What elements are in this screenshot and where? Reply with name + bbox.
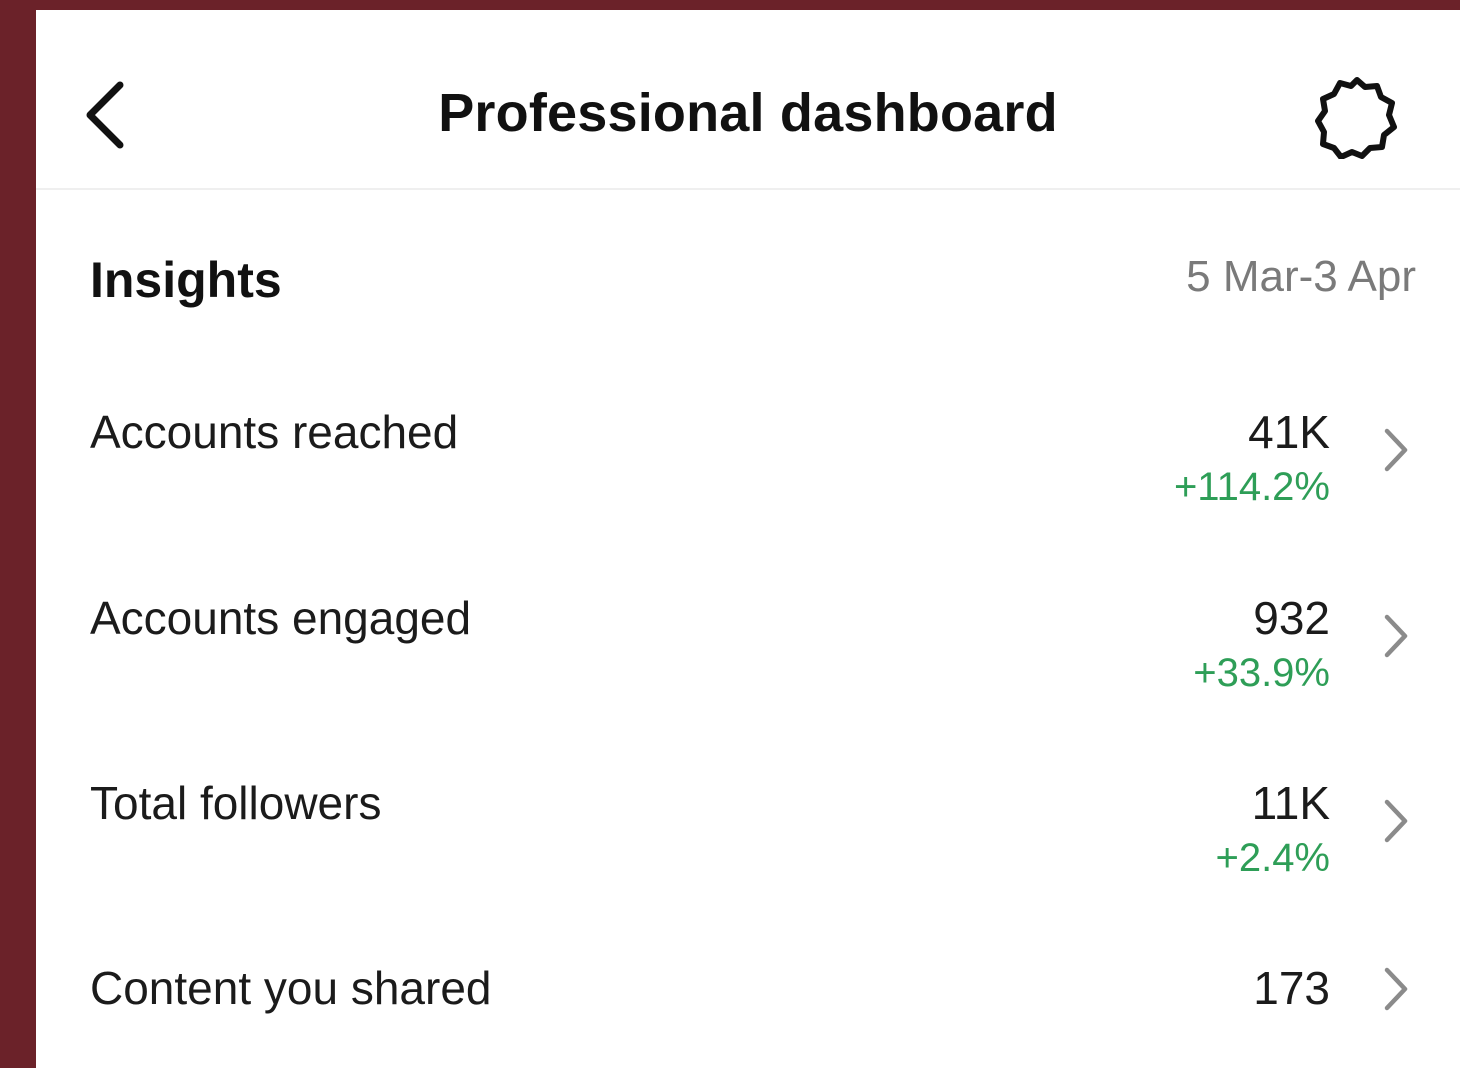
metric-change: +2.4% — [1215, 836, 1330, 880]
settings-button[interactable] — [1312, 72, 1402, 162]
metric-value: 932 — [1253, 592, 1330, 644]
chevron-right-icon — [1376, 608, 1416, 664]
chevron-right-icon — [1376, 422, 1416, 478]
metric-label: Content you shared — [90, 962, 492, 1014]
page-title: Professional dashboard — [438, 83, 1058, 143]
top-navigation-bar: Professional dashboard — [36, 10, 1460, 190]
metric-value: 173 — [1253, 962, 1330, 1014]
metric-values: 41K +114.2% — [1174, 402, 1330, 512]
metric-values: 173 — [1253, 958, 1330, 1018]
insights-date-range: 5 Mar-3 Apr — [1186, 252, 1416, 301]
professional-dashboard-screen: Professional dashboard Insights 5 Mar-3 … — [36, 10, 1460, 1068]
metric-label: Accounts reached — [90, 406, 459, 458]
metric-label: Total followers — [90, 777, 382, 829]
metric-row-accounts-engaged[interactable]: Accounts engaged 932 +33.9% — [90, 588, 1416, 708]
chevron-right-icon — [1376, 961, 1416, 1017]
metric-values: 932 +33.9% — [1193, 588, 1330, 698]
gear-icon — [1315, 77, 1397, 159]
metric-value: 41K — [1248, 406, 1330, 458]
metric-row-total-followers[interactable]: Total followers 11K +2.4% — [90, 773, 1416, 893]
metric-value: 11K — [1251, 777, 1330, 829]
insights-header: Insights 5 Mar-3 Apr — [90, 248, 1416, 312]
metric-row-content-shared[interactable]: Content you shared 173 — [90, 958, 1416, 1068]
metric-label: Accounts engaged — [90, 592, 472, 644]
metric-row-accounts-reached[interactable]: Accounts reached 41K +114.2% — [90, 402, 1416, 522]
chevron-right-icon — [1376, 793, 1416, 849]
metric-change: +33.9% — [1193, 651, 1330, 695]
metric-values: 11K +2.4% — [1215, 773, 1330, 883]
metric-change: +114.2% — [1173, 465, 1330, 509]
insights-title: Insights — [90, 252, 282, 308]
